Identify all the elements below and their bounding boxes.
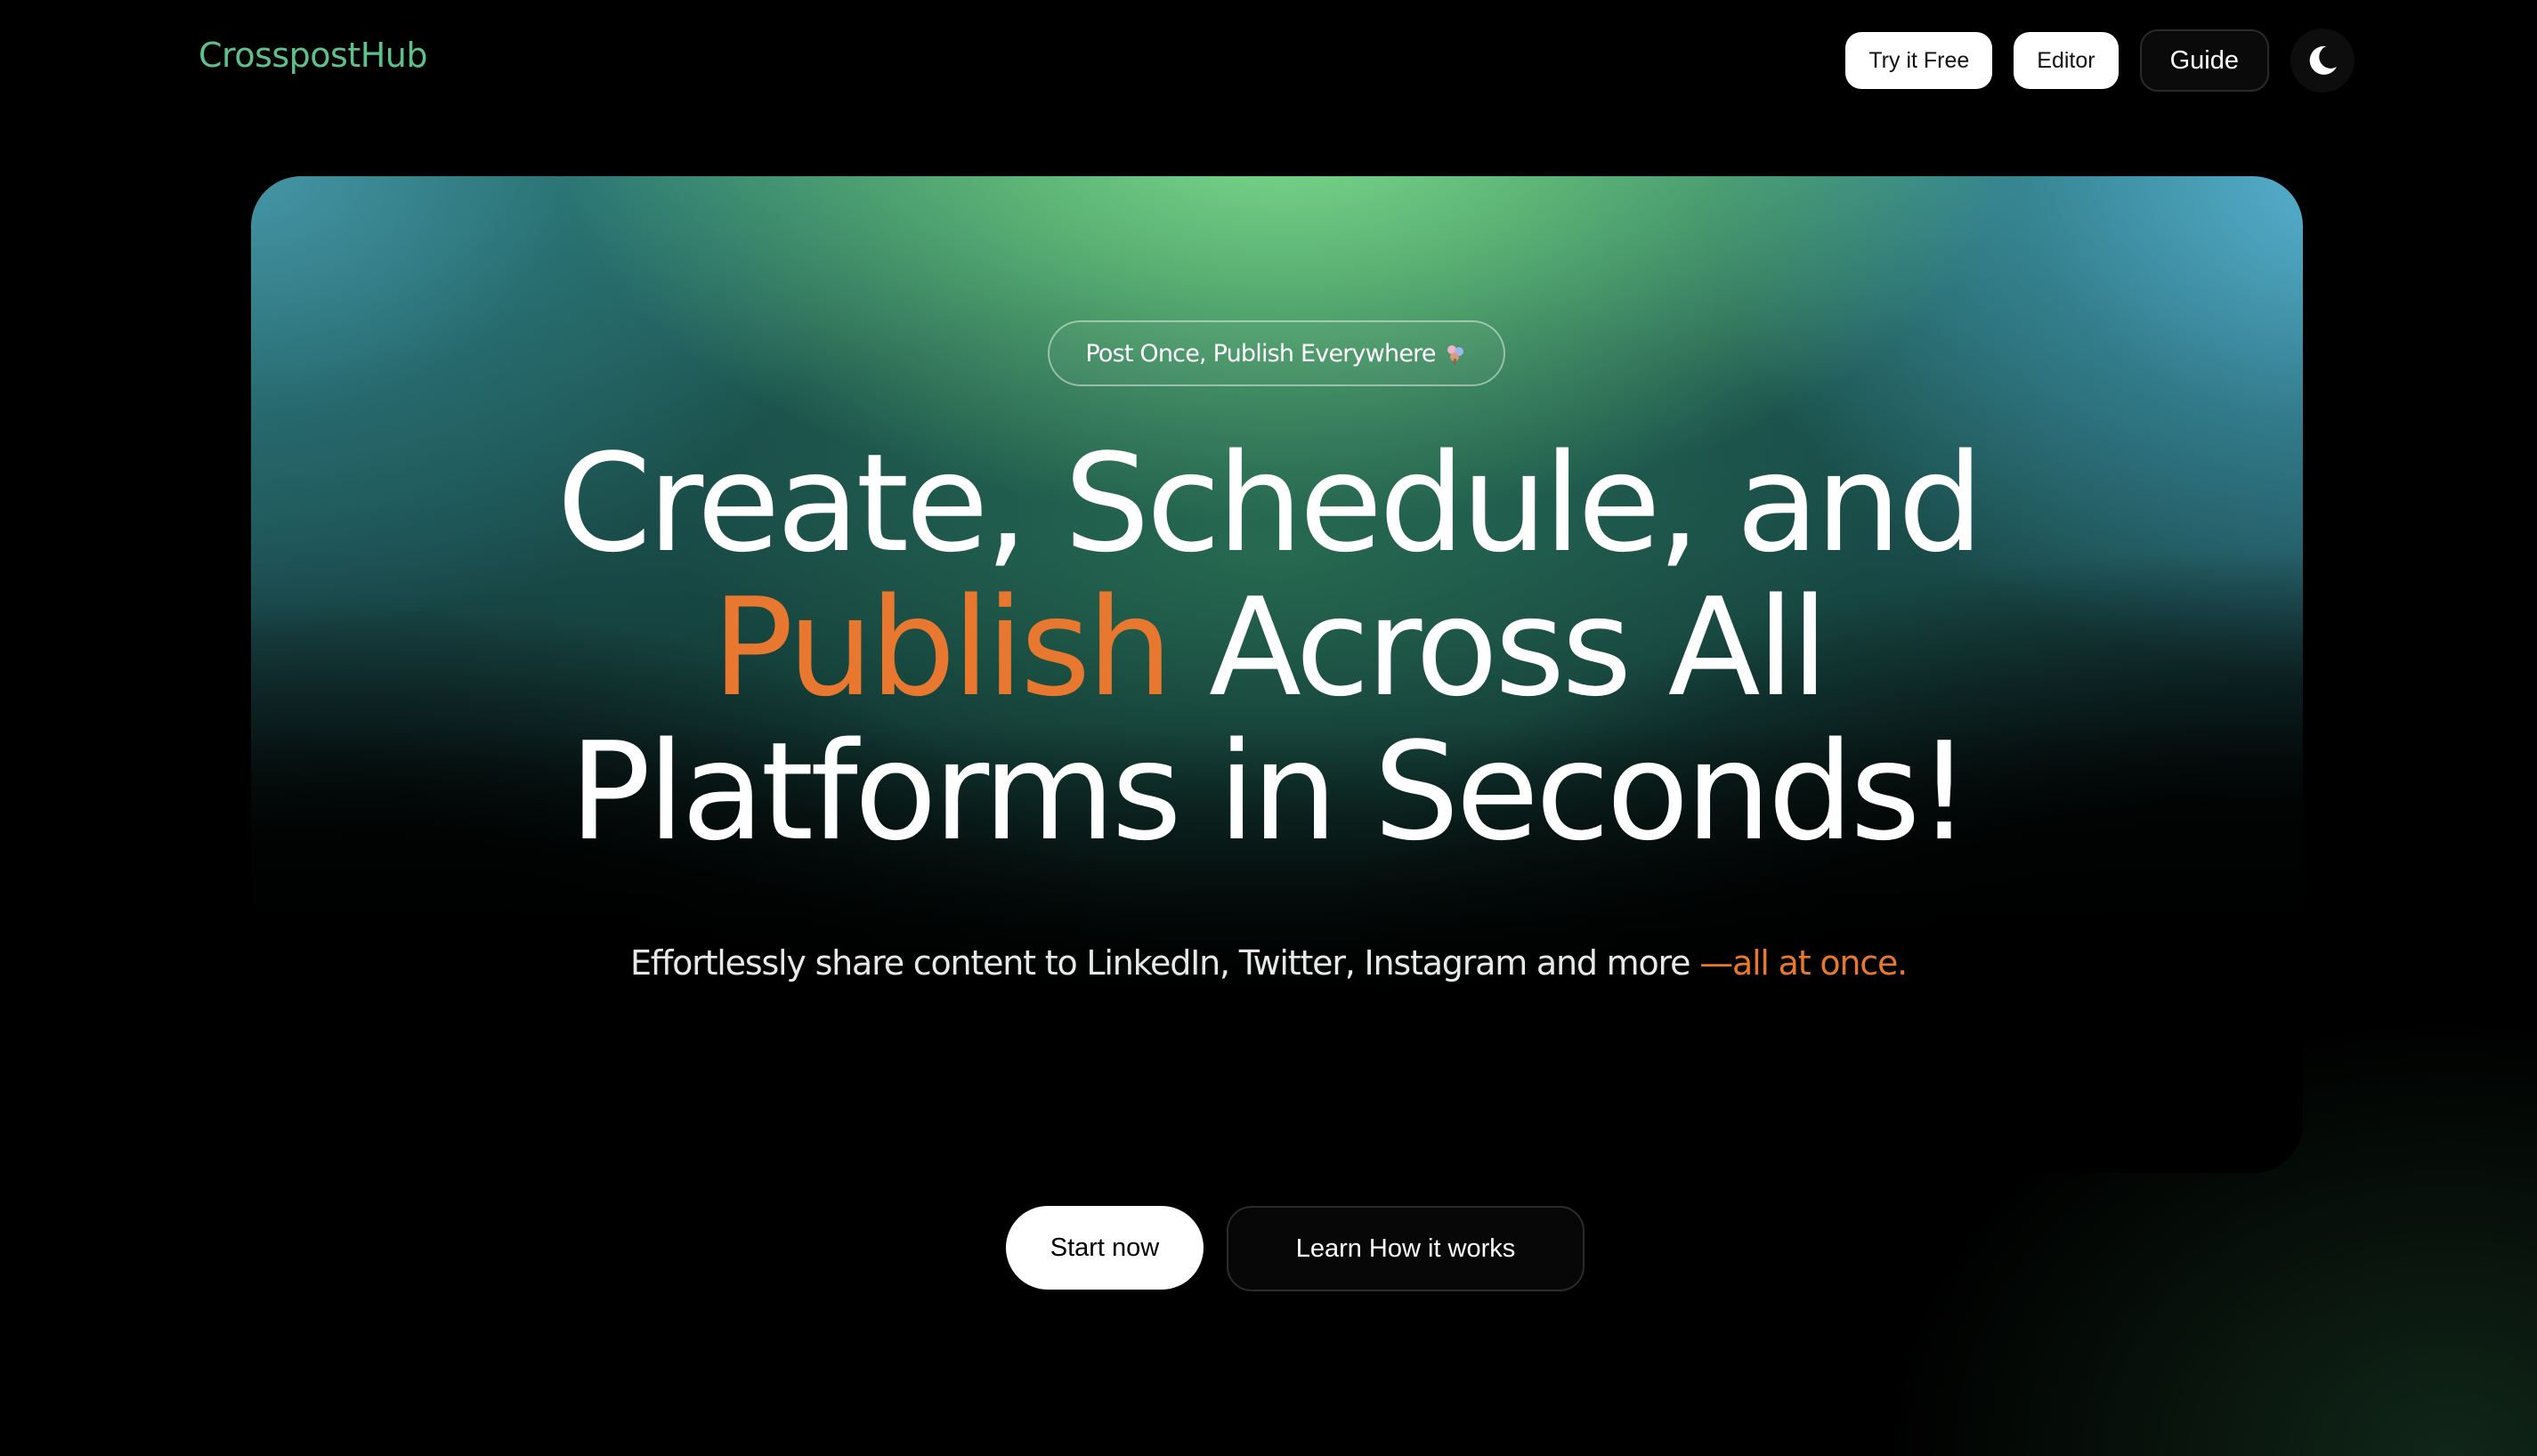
moon-icon xyxy=(2309,45,2337,75)
try-free-button[interactable]: Try it Free xyxy=(1845,32,1993,89)
theme-toggle-button[interactable] xyxy=(2290,28,2355,93)
nav-actions: Try it Free Editor Guide xyxy=(1845,28,2355,93)
headline-line-1: Create, Schedule, and xyxy=(556,425,1984,582)
start-now-button[interactable]: Start now xyxy=(1006,1206,1204,1290)
hero-headline: Create, Schedule, and Publish Across All… xyxy=(0,432,2537,864)
subtitle-accent: —all at once. xyxy=(1699,943,1908,983)
subtitle-main: Effortlessly share content to LinkedIn, … xyxy=(629,943,1700,983)
cta-row: Start now Learn How it works xyxy=(0,1206,2537,1291)
headline-line-2-rest: Across All xyxy=(1169,569,1828,726)
editor-button[interactable]: Editor xyxy=(2014,32,2119,89)
tagline-text: Post Once, Publish Everywhere xyxy=(1085,339,1436,368)
hero-subtitle: Effortlessly share content to LinkedIn, … xyxy=(0,943,2537,983)
top-nav: CrosspostHub Try it Free Editor Guide xyxy=(0,0,2537,117)
headline-accent-word: Publish xyxy=(711,569,1173,726)
landing-page: CrosspostHub Try it Free Editor Guide Po… xyxy=(0,0,2537,1456)
brand-logo[interactable]: CrosspostHub xyxy=(199,36,428,75)
learn-how-button[interactable]: Learn How it works xyxy=(1227,1206,1585,1291)
tagline-pill: Post Once, Publish Everywhere xyxy=(1048,320,1505,386)
headline-line-3: Platforms in Seconds! xyxy=(569,713,1972,870)
sparkle-icon xyxy=(1443,341,1468,366)
guide-button[interactable]: Guide xyxy=(2139,29,2269,92)
